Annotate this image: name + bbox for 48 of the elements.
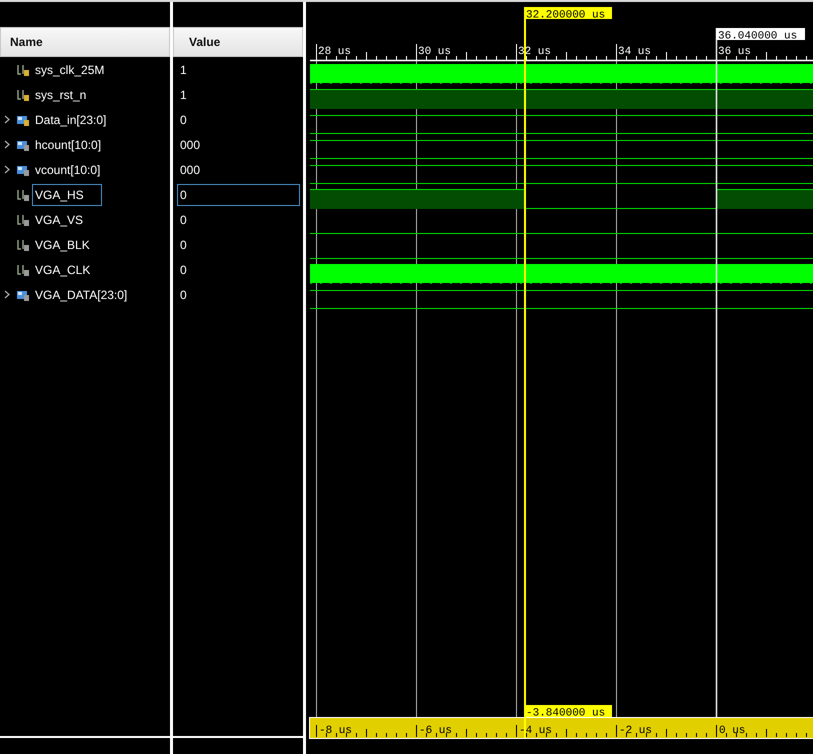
signal-value: 0 <box>179 262 188 278</box>
signal-name[interactable]: vcount[10:0] <box>32 158 104 180</box>
signal-value: 0 <box>179 212 188 228</box>
signal-value: 1 <box>179 62 188 78</box>
time-label: -2 us <box>619 725 652 737</box>
signal-name[interactable]: VGA_VS <box>32 208 86 230</box>
signal-value: 0 <box>179 112 188 128</box>
signal-name[interactable]: sys_rst_n <box>32 84 90 106</box>
signal-name[interactable]: sys_clk_25M <box>32 58 108 80</box>
time-label: 34 us <box>618 46 652 58</box>
signal-name[interactable]: VGA_CLK <box>32 258 94 280</box>
bit-signal-icon <box>17 188 29 200</box>
signal-value: 000 <box>179 162 202 178</box>
bus-signal-icon <box>17 138 29 150</box>
expand-chevron-icon[interactable] <box>4 115 10 124</box>
bit-signal-icon <box>17 238 29 250</box>
column-header[interactable]: Value <box>173 27 303 57</box>
signal-value: 000 <box>179 136 202 154</box>
time-label: 36 us <box>718 46 752 58</box>
bit-signal-icon <box>17 88 29 100</box>
time-label: 0 us <box>719 725 746 737</box>
expand-chevron-icon[interactable] <box>4 140 10 149</box>
signal-value: 1 <box>179 86 188 104</box>
signal-name[interactable]: VGA_HS <box>32 184 102 206</box>
signal-name[interactable]: VGA_DATA[23:0] <box>32 284 130 306</box>
bit-signal-icon <box>17 64 29 76</box>
signal-value: 0 <box>179 286 188 304</box>
signal-value: 0 <box>179 236 188 254</box>
bus-signal-icon <box>17 288 29 300</box>
bit-signal-icon <box>17 264 29 276</box>
bus-signal-icon <box>17 114 29 126</box>
bus-signal-icon <box>17 164 29 176</box>
time-label: 30 us <box>418 46 452 58</box>
bit-signal-icon <box>17 214 29 226</box>
time-label: 28 us <box>318 46 352 58</box>
time-label: -4 us <box>519 725 552 737</box>
signal-value: 0 <box>177 184 300 206</box>
marker-time-label: 36.040000 us <box>716 28 805 42</box>
signal-name[interactable]: hcount[10:0] <box>32 134 104 156</box>
time-delta-label: -3.840000 us <box>524 705 612 720</box>
time-label: -8 us <box>319 725 352 737</box>
cursor-time-label: 32.200000 us <box>524 7 612 22</box>
signal-name[interactable]: VGA_BLK <box>32 234 93 256</box>
column-header[interactable]: Name <box>0 27 170 57</box>
signal-name[interactable]: Data_in[23:0] <box>32 108 110 130</box>
time-label: -6 us <box>419 725 452 737</box>
expand-chevron-icon[interactable] <box>4 165 10 174</box>
expand-chevron-icon[interactable] <box>4 290 10 299</box>
